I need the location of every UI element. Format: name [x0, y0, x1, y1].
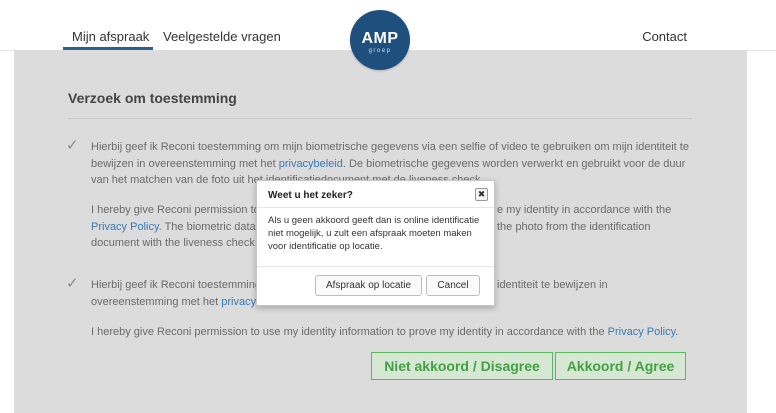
consent-line: . De biometrische gegevens worden verwer…: [342, 157, 686, 170]
agree-button[interactable]: Akkoord / Agree: [555, 352, 686, 380]
consent-line: .: [675, 326, 679, 338]
consent-line: I hereby give Reconi permission to use m…: [91, 326, 608, 338]
consent-line: the photo from the identification: [497, 220, 651, 233]
close-icon[interactable]: ✖: [475, 188, 488, 201]
consent-text-nl-2-right: identiteit te bewijzen in: [497, 277, 608, 294]
cancel-button[interactable]: Cancel: [426, 275, 480, 296]
confirm-dialog: Weet u het zeker? ✖ Als u geen akkoord g…: [256, 180, 495, 306]
amp-logo[interactable]: AMP groep: [350, 10, 410, 70]
consent-line: overeenstemming met het: [91, 295, 222, 308]
page-title: Verzoek om toestemming: [68, 90, 237, 106]
nav-contact[interactable]: Contact: [642, 29, 687, 44]
dialog-footer-divider: [257, 266, 494, 267]
consent-line: . The biometric data i: [158, 220, 262, 233]
consent-text-en-1-left: I hereby give Reconi permission to Priva…: [91, 202, 261, 252]
consent-line: e my identity in accordance with the: [497, 204, 672, 216]
privacy-policy-link-nl[interactable]: privacybeleid: [279, 158, 343, 170]
dialog-message: Als u geen akkoord geeft dan is online i…: [268, 215, 480, 252]
privacy-policy-link-en[interactable]: Privacy Policy: [91, 221, 159, 233]
consent-line: Hierbij geef ik Reconi toestemming: [91, 279, 261, 291]
check-icon: ✓: [66, 137, 79, 154]
consent-text-en-1-right: e my identity in accordance with the the…: [497, 202, 671, 235]
consent-line: I hereby give Reconi permission to: [91, 204, 260, 216]
nav-faq[interactable]: Veelgestelde vragen: [163, 29, 281, 44]
consent-line: document with the liveness check.: [91, 237, 258, 249]
appointment-location-button[interactable]: Afspraak op locatie: [315, 275, 422, 296]
privacy-policy-link-en-2[interactable]: Privacy Policy: [608, 326, 676, 338]
logo-text: AMP: [361, 30, 399, 47]
disagree-button[interactable]: Niet akkoord / Disagree: [371, 352, 553, 380]
consent-line: bewijzen in overeenstemming met het: [91, 157, 279, 170]
title-divider: [68, 118, 692, 119]
consent-text-en-2: I hereby give Reconi permission to use m…: [91, 324, 678, 341]
consent-line: Hierbij geef ik Reconi toestemming om mi…: [91, 141, 689, 153]
consent-text-nl-2-left: Hierbij geef ik Reconi toestemming overe…: [91, 277, 262, 310]
consent-line: identiteit te bewijzen in: [497, 279, 608, 291]
dialog-header: Weet u het zeker? ✖: [257, 181, 494, 208]
dialog-title: Weet u het zeker?: [268, 190, 353, 201]
nav-my-appointment[interactable]: Mijn afspraak: [72, 29, 149, 44]
logo-subtext: groep: [368, 48, 392, 54]
check-icon: ✓: [66, 275, 79, 292]
